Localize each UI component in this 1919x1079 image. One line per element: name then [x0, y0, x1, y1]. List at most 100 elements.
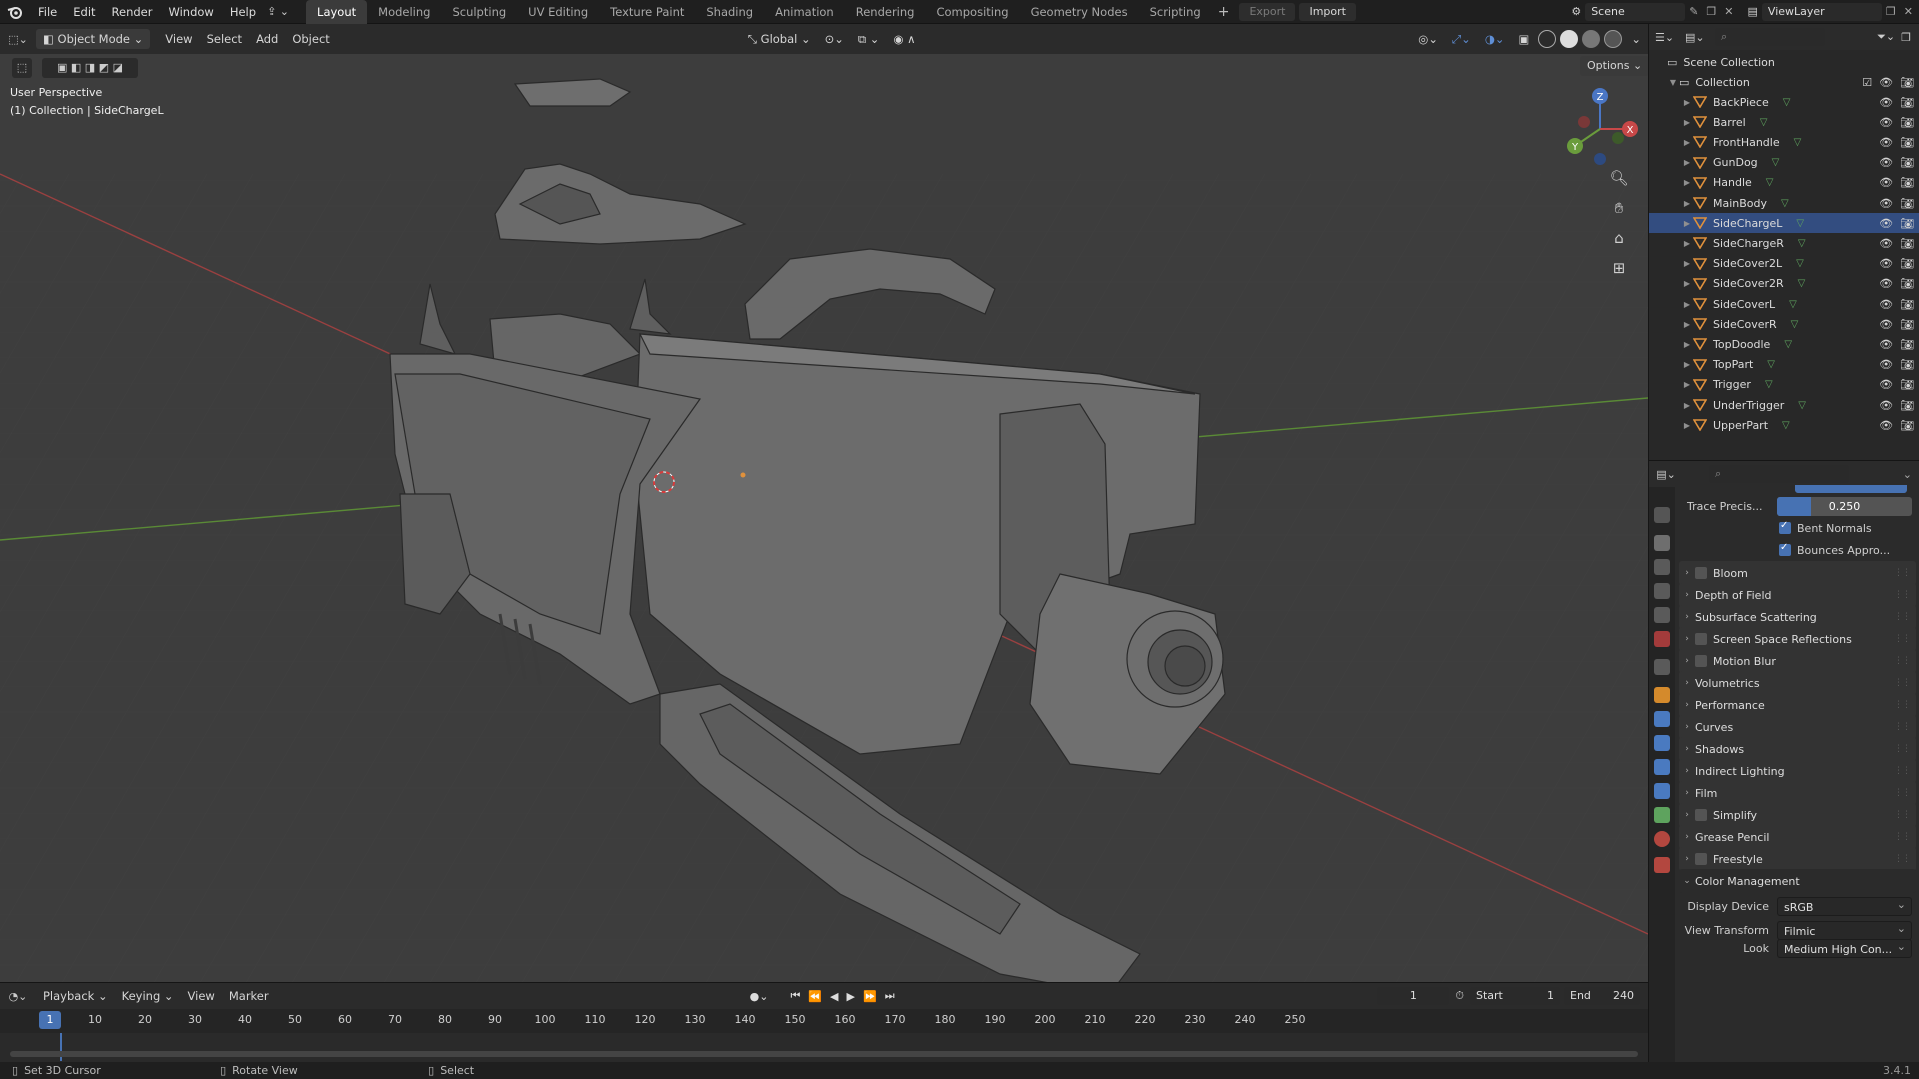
- panel-enable-checkbox[interactable]: [1695, 567, 1707, 579]
- collapse-arrow-icon[interactable]: ▼: [1667, 78, 1679, 87]
- camera-icon[interactable]: 📷︎: [1900, 419, 1914, 432]
- eye-icon[interactable]: 👁︎: [1879, 156, 1893, 169]
- mesh-data-icon[interactable]: ▽: [1760, 117, 1768, 128]
- eye-icon[interactable]: 👁︎: [1879, 277, 1893, 290]
- camera-icon[interactable]: 📷︎: [1900, 338, 1914, 351]
- pivot-icon[interactable]: ⊙⌄: [818, 29, 851, 49]
- menu-playback[interactable]: Playback ⌄: [36, 986, 115, 1006]
- particles-tab-icon[interactable]: [1654, 735, 1670, 751]
- camera-icon[interactable]: 📷︎: [1900, 136, 1914, 149]
- camera-icon[interactable]: 📷︎: [1900, 76, 1914, 89]
- stopwatch-icon[interactable]: ⏱: [1449, 989, 1470, 1003]
- editor-type-icon[interactable]: ▤⌄: [1649, 468, 1683, 481]
- eye-icon[interactable]: 👁︎: [1879, 338, 1893, 351]
- drag-handle-icon[interactable]: ⋮⋮: [1894, 766, 1911, 776]
- scroll-top-slider[interactable]: [1795, 485, 1907, 493]
- display-device-dropdown[interactable]: sRGB: [1777, 895, 1912, 916]
- expand-arrow-icon[interactable]: ▶: [1681, 401, 1693, 410]
- menu-add[interactable]: Add: [249, 29, 285, 49]
- drag-handle-icon[interactable]: ⋮⋮: [1894, 590, 1911, 600]
- display-mode-icon[interactable]: ▤⌄: [1685, 31, 1715, 44]
- checkbox-icon[interactable]: ☑: [1862, 76, 1872, 89]
- mesh-data-icon[interactable]: ▽: [1772, 157, 1780, 168]
- eye-icon[interactable]: 👁︎: [1879, 217, 1893, 230]
- eye-icon[interactable]: 👁︎: [1879, 96, 1893, 109]
- jump-start-icon[interactable]: ⏮: [786, 989, 804, 1003]
- bent-normals-row[interactable]: Bent Normals: [1679, 517, 1916, 539]
- menu-file[interactable]: File: [30, 0, 65, 24]
- expand-arrow-icon[interactable]: ▶: [1681, 320, 1693, 329]
- panel-volumetrics[interactable]: › Volumetrics ⋮⋮: [1679, 671, 1916, 695]
- outliner-row[interactable]: ▶ FrontHandle ▽ 👁︎ 📷︎: [1649, 132, 1919, 152]
- eye-icon[interactable]: 👁︎: [1879, 399, 1893, 412]
- eye-icon[interactable]: 👁︎: [1879, 298, 1893, 311]
- drag-handle-icon[interactable]: ⋮⋮: [1894, 612, 1911, 622]
- panel-motion-blur[interactable]: › Motion Blur ⋮⋮: [1679, 649, 1916, 673]
- camera-icon[interactable]: 📷︎: [1900, 176, 1914, 189]
- outliner-row[interactable]: ▶ UnderTrigger ▽ 👁︎ 📷︎: [1649, 395, 1919, 415]
- outliner-row[interactable]: ▶ SideChargeR ▽ 👁︎ 📷︎: [1649, 233, 1919, 253]
- eye-icon[interactable]: 👁︎: [1879, 358, 1893, 371]
- outliner-row[interactable]: ▶ Trigger ▽ 👁︎ 📷︎: [1649, 375, 1919, 395]
- menu-view[interactable]: View: [158, 29, 199, 49]
- output-tab-icon[interactable]: [1654, 559, 1670, 575]
- menu-keying[interactable]: Keying ⌄: [115, 986, 181, 1006]
- editor-type-icon[interactable]: ☰⌄: [1655, 31, 1685, 44]
- eye-icon[interactable]: 👁︎: [1879, 419, 1893, 432]
- shading-options-icon[interactable]: ⌄: [1624, 29, 1648, 49]
- end-frame-field[interactable]: End 240: [1564, 987, 1640, 1005]
- scene-tab-icon[interactable]: [1654, 607, 1670, 623]
- camera-view-icon[interactable]: ⌂: [1607, 226, 1631, 250]
- eye-icon[interactable]: 👁︎: [1879, 116, 1893, 129]
- expand-arrow-icon[interactable]: ▶: [1681, 279, 1693, 288]
- upload-icon[interactable]: ⇪ ⌄: [264, 5, 292, 18]
- physics-tab-icon[interactable]: [1654, 759, 1670, 775]
- outliner-row[interactable]: ▶ Handle ▽ 👁︎ 📷︎: [1649, 173, 1919, 193]
- scene-icon[interactable]: ⚙: [1567, 5, 1585, 18]
- new-scene-icon[interactable]: ❐: [1702, 5, 1720, 18]
- mesh-data-icon[interactable]: ▽: [1783, 97, 1791, 108]
- drag-handle-icon[interactable]: ⋮⋮: [1894, 810, 1911, 820]
- expand-arrow-icon[interactable]: ▶: [1681, 118, 1693, 127]
- outliner-row[interactable]: ▶ GunDog ▽ 👁︎ 📷︎: [1649, 153, 1919, 173]
- tab-modeling[interactable]: Modeling: [367, 0, 441, 24]
- bounces-approx-row[interactable]: Bounces Appro...: [1679, 539, 1916, 561]
- view-layer-field[interactable]: ViewLayer: [1761, 2, 1882, 21]
- tab-layout[interactable]: Layout: [306, 0, 368, 24]
- tab-rendering[interactable]: Rendering: [845, 0, 926, 24]
- bent-normals-checkbox[interactable]: [1779, 520, 1791, 534]
- expand-arrow-icon[interactable]: ▶: [1681, 360, 1693, 369]
- tab-uv-editing[interactable]: UV Editing: [517, 0, 599, 24]
- outliner-search-input[interactable]: ⌕: [1715, 28, 1825, 46]
- camera-icon[interactable]: 📷︎: [1900, 358, 1914, 371]
- timeline-scrollbar[interactable]: [10, 1051, 1638, 1057]
- tab-compositing[interactable]: Compositing: [925, 0, 1019, 24]
- record-icon[interactable]: ●⌄: [746, 990, 773, 1003]
- outliner-row[interactable]: ▶ TopDoodle ▽ 👁︎ 📷︎: [1649, 334, 1919, 354]
- tab-texture-paint[interactable]: Texture Paint: [599, 0, 695, 24]
- object-tab-icon[interactable]: [1654, 687, 1670, 703]
- mesh-data-icon[interactable]: ▽: [1766, 177, 1774, 188]
- camera-icon[interactable]: 📷︎: [1900, 399, 1914, 412]
- mesh-data-icon[interactable]: ▽: [1798, 238, 1806, 249]
- eye-icon[interactable]: 👁︎: [1879, 176, 1893, 189]
- menu-marker[interactable]: Marker: [222, 986, 276, 1006]
- panel-indirect-lighting[interactable]: › Indirect Lighting ⋮⋮: [1679, 759, 1916, 783]
- panel-grease-pencil[interactable]: › Grease Pencil ⋮⋮: [1679, 825, 1916, 849]
- select-tool-icon[interactable]: ⬚: [12, 58, 32, 78]
- 3d-viewport[interactable]: Z X Y Options ⌄ ⬚ ▣ ◧ ◨ ◩ ◪ User Perspec…: [0, 54, 1648, 982]
- zoom-icon[interactable]: 🔍︎: [1607, 166, 1631, 190]
- proportional-edit-icon[interactable]: ◉ ∧: [886, 29, 922, 49]
- menu-object[interactable]: Object: [285, 29, 336, 49]
- panel-screen-space-reflections[interactable]: › Screen Space Reflections ⋮⋮: [1679, 627, 1916, 651]
- eye-icon[interactable]: 👁︎: [1879, 318, 1893, 331]
- menu-help[interactable]: Help: [222, 0, 264, 24]
- drag-handle-icon[interactable]: ⋮⋮: [1894, 722, 1911, 732]
- eye-icon[interactable]: 👁︎: [1879, 197, 1893, 210]
- eye-icon[interactable]: 👁︎: [1879, 257, 1893, 270]
- collapse-icon[interactable]: ⌄: [1903, 468, 1919, 481]
- playhead[interactable]: 1: [39, 1011, 61, 1029]
- solid-shading-icon[interactable]: [1560, 30, 1579, 48]
- drag-handle-icon[interactable]: ⋮⋮: [1894, 854, 1911, 864]
- collection-row[interactable]: ▼ ▭ Collection ☑ 👁︎ 📷︎: [1649, 72, 1919, 92]
